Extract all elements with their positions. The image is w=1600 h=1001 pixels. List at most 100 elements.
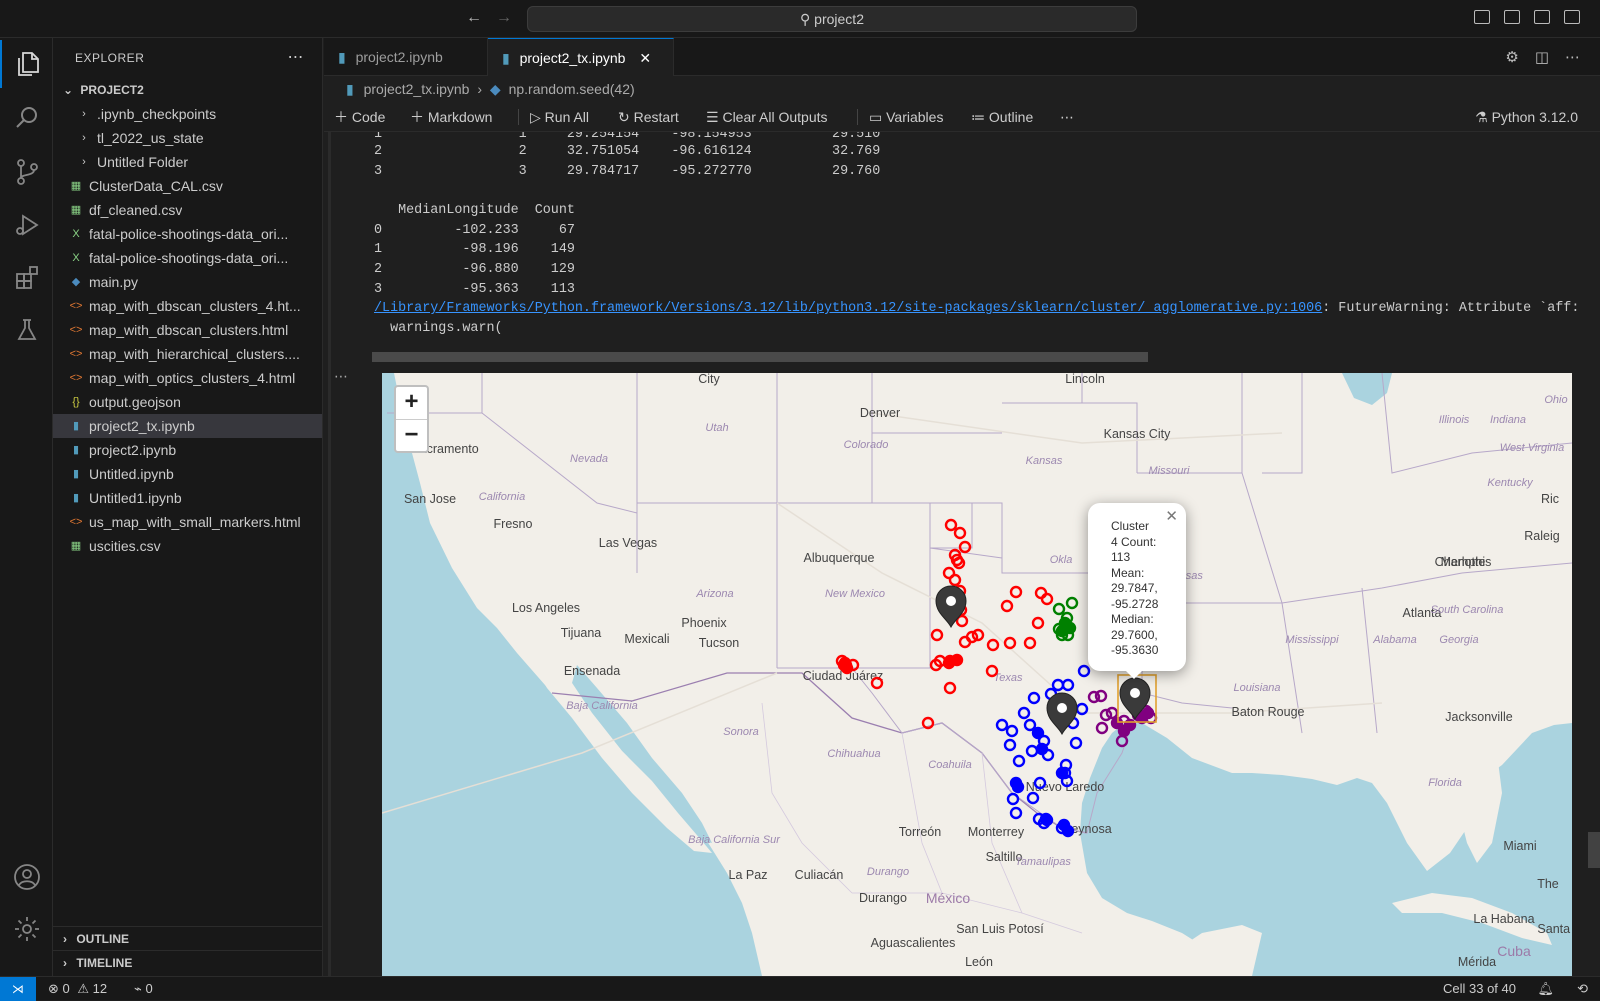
tree-file[interactable]: <> map_with_dbscan_clusters_4.ht... <box>53 294 322 318</box>
close-icon[interactable]: ✕ <box>639 50 651 66</box>
search-icon[interactable] <box>0 94 53 142</box>
tree-file[interactable]: ◆ main.py <box>53 270 322 294</box>
cluster-point[interactable] <box>950 653 964 667</box>
tree-file[interactable]: <> us_map_with_small_markers.html <box>53 510 322 534</box>
ports-indicator[interactable]: ⌁ 0 <box>134 977 153 1001</box>
map-label-state: Ohio <box>1544 394 1567 406</box>
warning-file-link[interactable]: /Library/Frameworks/Python.framework/Ver… <box>374 301 1322 316</box>
toggle-panel-icon[interactable] <box>1504 10 1520 24</box>
tree-file[interactable]: ▦ ClusterData_CAL.csv <box>53 174 322 198</box>
restart-button[interactable]: ↻ Restart <box>618 102 679 132</box>
accounts-icon[interactable] <box>0 853 53 901</box>
problems-indicator[interactable]: ⊗ 0 ⚠ 12 <box>48 977 107 1001</box>
settings-gear-icon[interactable] <box>0 905 53 953</box>
source-control-icon[interactable] <box>0 148 53 196</box>
toggle-primary-sidebar-icon[interactable] <box>1474 10 1490 24</box>
tree-file[interactable]: Xfatal-police-shootings-data_ori... <box>53 222 322 246</box>
explorer-icon[interactable] <box>0 40 53 88</box>
restart-icon: ↻ <box>618 109 630 125</box>
tree-file[interactable]: <> map_with_hierarchical_clusters.... <box>53 342 322 366</box>
cluster-point[interactable] <box>1035 742 1049 756</box>
tree-file[interactable]: ▦ uscities.csv <box>53 534 322 558</box>
cluster-point[interactable] <box>1061 824 1075 838</box>
bell-icon[interactable]: 🔔︎ <box>1537 977 1554 1001</box>
add-markdown-cell-button[interactable]: ＋ Markdown <box>410 102 492 132</box>
toggle-secondary-sidebar-icon[interactable] <box>1534 10 1550 24</box>
project-folder[interactable]: ⌄ PROJECT2 <box>53 78 322 102</box>
cluster-point[interactable] <box>1031 726 1045 740</box>
map-label-state: Baja California <box>566 700 638 712</box>
outline-button[interactable]: ≔ Outline <box>971 102 1033 132</box>
cluster-point[interactable] <box>1055 624 1069 638</box>
map-label-state: Coahuila <box>928 759 971 771</box>
clear-label: Clear All Outputs <box>722 109 828 125</box>
popup-line: 113 <box>1111 550 1131 564</box>
tree-file[interactable]: {} output.geojson <box>53 390 322 414</box>
tree-file[interactable]: <> map_with_optics_clusters_4.html <box>53 366 322 390</box>
variables-label: Variables <box>886 109 944 125</box>
cell-indicator[interactable]: Cell 33 of 40 <box>1443 977 1516 1001</box>
breadcrumb-symbol[interactable]: np.random.seed(42) <box>509 81 635 97</box>
breadcrumb-file[interactable]: project2_tx.ipynb <box>364 81 470 97</box>
cell-output-more-icon[interactable]: ⋯ <box>334 368 348 385</box>
split-editor-icon[interactable]: ◫ <box>1535 48 1549 66</box>
cluster-point[interactable] <box>1141 706 1155 720</box>
tree-folder[interactable]: › tl_2022_us_state <box>53 126 322 150</box>
tree-file[interactable]: <> map_with_dbscan_clusters.html <box>53 318 322 342</box>
tree-file[interactable]: ▮ project2_tx.ipynb <box>53 414 322 438</box>
tree-file[interactable]: ▮ Untitled1.ipynb <box>53 486 322 510</box>
tree-file[interactable]: Xfatal-police-shootings-data_ori... <box>53 246 322 270</box>
zoom-out-button[interactable]: − <box>396 419 427 451</box>
map-label-state: Kentucky <box>1487 477 1534 489</box>
tree-file[interactable]: ▮ Untitled.ipynb <box>53 462 322 486</box>
map-label-city: Las Vegas <box>599 536 657 550</box>
forward-arrow-icon[interactable]: → <box>496 9 512 27</box>
clear-all-outputs-button[interactable]: ☰ Clear All Outputs <box>706 102 828 132</box>
timeline-section[interactable]: › TIMELINE <box>53 950 323 974</box>
testing-flask-icon[interactable] <box>0 306 53 354</box>
cluster-point[interactable] <box>1039 812 1053 826</box>
command-center-search[interactable]: ⚲ project2 <box>527 6 1137 32</box>
tree-folder[interactable]: › Untitled Folder <box>53 150 322 174</box>
tree-file[interactable]: ▦ df_cleaned.csv <box>53 198 322 222</box>
extensions-icon[interactable] <box>0 254 53 302</box>
editor-vertical-scrollbar[interactable] <box>1588 832 1600 868</box>
cluster-point[interactable] <box>840 661 854 675</box>
run-icon: ▷ <box>530 109 541 125</box>
back-arrow-icon[interactable]: ← <box>466 9 482 27</box>
cluster-point[interactable] <box>1117 724 1131 738</box>
variables-button[interactable]: ▭ Variables <box>869 102 943 132</box>
outline-label: Outline <box>988 109 1034 125</box>
map-label-city: San Jose <box>404 492 456 506</box>
run-debug-icon[interactable] <box>0 201 53 249</box>
tree-item-label: fatal-police-shootings-data_ori... <box>89 250 289 266</box>
cluster-point[interactable] <box>1055 766 1069 780</box>
customize-layout-icon[interactable] <box>1564 10 1580 24</box>
add-code-cell-button[interactable]: ＋ Code <box>334 102 385 132</box>
map-label-city: Los Angeles <box>512 601 580 615</box>
folium-map[interactable]: City Lincoln Denver Utah Colorado Kansas City… <box>382 373 1572 976</box>
map-label-city: Tucson <box>699 636 740 650</box>
map-label-state: Florida <box>1428 777 1462 789</box>
more-actions-icon[interactable]: ⋯ <box>1565 48 1580 66</box>
more-actions-icon[interactable]: ⋯ <box>288 38 305 78</box>
more-toolbar-icon[interactable]: ⋯ <box>1060 102 1074 132</box>
map-label-city: Baton Rouge <box>1232 705 1305 719</box>
project-label: PROJECT2 <box>80 83 144 97</box>
feedback-icon[interactable]: ⟲ <box>1577 977 1588 1001</box>
tree-folder[interactable]: › .ipynb_checkpoints <box>53 102 322 126</box>
outline-section[interactable]: › OUTLINE <box>53 926 323 950</box>
kernel-picker[interactable]: ⚗ Python 3.12.0 <box>1475 102 1578 132</box>
tab-project2-tx[interactable]: ▮ project2_tx.ipynb ✕ <box>488 38 674 76</box>
remote-icon[interactable]: ⋊ <box>0 977 36 1001</box>
tab-project2[interactable]: ▮ project2.ipynb <box>324 38 488 76</box>
map-label-city: Jacksonville <box>1445 710 1512 724</box>
gear-icon[interactable]: ⚙ <box>1505 48 1518 66</box>
cluster-point[interactable] <box>1011 780 1025 794</box>
popup-close-icon[interactable]: ✕ <box>1165 509 1178 525</box>
zoom-in-button[interactable]: + <box>396 387 427 419</box>
output-horizontal-scrollbar[interactable] <box>372 352 1148 362</box>
map-label-state: Utah <box>705 422 728 434</box>
run-all-button[interactable]: ▷ Run All <box>530 102 589 132</box>
tree-file[interactable]: ▮ project2.ipynb <box>53 438 322 462</box>
